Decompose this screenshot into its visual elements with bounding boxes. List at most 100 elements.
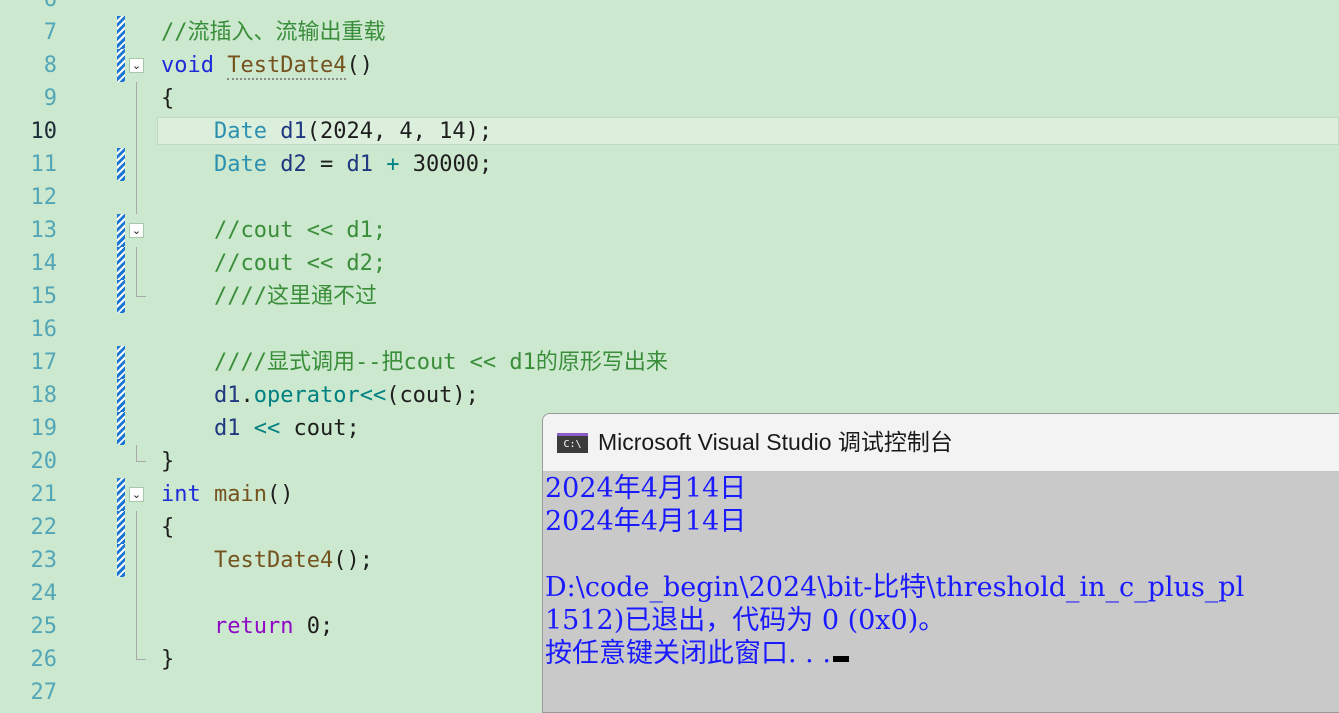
code-line[interactable]: 15 ////这里通不过 — [0, 280, 1339, 313]
code-token: d1 — [346, 152, 373, 177]
line-number: 19 — [30, 416, 58, 441]
code-token: + — [386, 152, 400, 177]
fold-region-line — [136, 610, 137, 643]
code-token: d2 — [280, 152, 307, 177]
fold-region-line — [136, 115, 137, 148]
fold-toggle-icon[interactable]: ⌄ — [129, 58, 144, 73]
code-line[interactable]: 11 Date d2 = d1 + 30000; — [0, 148, 1339, 181]
code-line[interactable]: 18 d1.operator<<(cout); — [0, 379, 1339, 412]
fold-region-line — [136, 577, 137, 610]
code-text[interactable]: ////显式调用--把cout << d1的原形写出来 — [161, 346, 668, 379]
change-indicator-bar — [117, 16, 125, 49]
code-text[interactable]: } — [161, 445, 174, 478]
change-indicator-bar — [117, 247, 125, 280]
line-number: 9 — [43, 86, 57, 111]
code-text[interactable]: //cout << d2; — [161, 247, 386, 280]
code-line[interactable]: 12 — [0, 181, 1339, 214]
line-number: 6 — [0, 0, 57, 16]
line-number: 8 — [43, 53, 57, 78]
change-indicator-bar — [117, 478, 125, 511]
console-line: D:\code_begin\2024\bit-比特\threshold_in_c… — [545, 572, 1245, 603]
code-text[interactable]: TestDate4(); — [161, 544, 373, 577]
line-number: 12 — [30, 185, 58, 210]
fold-toggle-icon[interactable]: ⌄ — [129, 223, 144, 238]
change-indicator-bar — [117, 346, 125, 379]
code-token: TestDate4 — [213, 548, 334, 573]
code-line[interactable]: 17 ////显式调用--把cout << d1的原形写出来 — [0, 346, 1339, 379]
code-text[interactable]: //cout << d1; — [161, 214, 386, 247]
line-number: 24 — [30, 581, 58, 606]
code-text[interactable]: Date d2 = d1 + 30000; — [161, 148, 492, 181]
code-token: return — [213, 614, 294, 639]
code-text[interactable]: { — [161, 511, 174, 544]
code-token: } — [161, 449, 175, 474]
console-line: 2024年4月14日 — [545, 506, 747, 537]
code-text[interactable]: //流插入、流输出重载 — [161, 16, 386, 49]
line-number: 25 — [30, 614, 58, 639]
change-indicator-bar — [117, 412, 125, 445]
code-token: ( — [386, 383, 400, 408]
line-number: 23 — [30, 548, 58, 573]
code-text[interactable]: { — [161, 82, 174, 115]
fold-region-end — [136, 445, 146, 462]
line-number: 20 — [30, 449, 58, 474]
code-text[interactable]: Date d1(2024, 4, 14); — [161, 115, 492, 148]
line-number: 22 — [30, 515, 58, 540]
console-app-icon: C:\ — [557, 433, 588, 453]
change-indicator-bar — [117, 148, 125, 181]
code-line[interactable]: 6 — [0, 0, 1339, 16]
code-text[interactable]: } — [161, 643, 174, 676]
console-titlebar[interactable]: C:\ Microsoft Visual Studio 调试控制台 — [543, 414, 1339, 471]
code-token: Date — [213, 119, 267, 144]
code-token: ////这里通不过 — [213, 284, 377, 309]
code-token: (2024, 4, 14); — [306, 119, 493, 144]
line-number: 10 — [30, 119, 58, 144]
code-text[interactable]: void TestDate4() — [161, 49, 373, 82]
code-token: . — [240, 383, 254, 408]
change-indicator-bar — [117, 214, 125, 247]
line-number: 11 — [30, 152, 58, 177]
code-token: () — [266, 482, 294, 507]
code-token: () — [346, 53, 373, 78]
code-line[interactable]: 14 //cout << d2; — [0, 247, 1339, 280]
console-prompt-text: 按任意键关闭此窗口. . . — [545, 638, 831, 669]
line-number: 21 — [30, 482, 58, 507]
code-line[interactable]: 16 — [0, 313, 1339, 346]
code-token: d1 — [213, 416, 241, 441]
fold-toggle-icon[interactable]: ⌄ — [129, 487, 144, 502]
code-line[interactable]: 10 Date d1(2024, 4, 14); — [0, 115, 1339, 148]
fold-region-line — [136, 82, 137, 115]
line-number: 16 — [30, 317, 58, 342]
fold-region-line — [136, 247, 137, 280]
line-number: 18 — [30, 383, 58, 408]
console-line: 2024年4月14日 — [545, 473, 747, 504]
console-line: 1512)已退出，代码为 0 (0x0)。 — [545, 605, 946, 636]
code-text[interactable]: d1 << cout; — [161, 412, 360, 445]
code-text[interactable]: return 0; — [161, 610, 333, 643]
line-number: 13 — [30, 218, 58, 243]
console-output[interactable]: 2024年4月14日 2024年4月14日 D:\code_begin\2024… — [543, 472, 1339, 712]
code-token: { — [161, 86, 175, 111]
debug-console-window[interactable]: C:\ Microsoft Visual Studio 调试控制台 2024年4… — [542, 413, 1339, 713]
console-prompt-line: 按任意键关闭此窗口. . . — [545, 637, 849, 670]
fold-region-line — [136, 181, 137, 214]
code-token: cout — [399, 383, 453, 408]
fold-region-line — [136, 148, 137, 181]
fold-region-line — [136, 511, 137, 544]
code-text[interactable]: d1.operator<<(cout); — [161, 379, 479, 412]
code-text[interactable]: ////这里通不过 — [161, 280, 377, 313]
code-line[interactable]: 8 ⌄ void TestDate4() — [0, 49, 1339, 82]
code-line[interactable]: 7 //流插入、流输出重载 — [0, 16, 1339, 49]
code-line[interactable]: 9{ — [0, 82, 1339, 115]
code-text[interactable]: int main() — [161, 478, 293, 511]
code-token: 30000; — [399, 152, 493, 177]
line-number: 27 — [30, 680, 58, 705]
code-line[interactable]: 13 ⌄ //cout << d1; — [0, 214, 1339, 247]
